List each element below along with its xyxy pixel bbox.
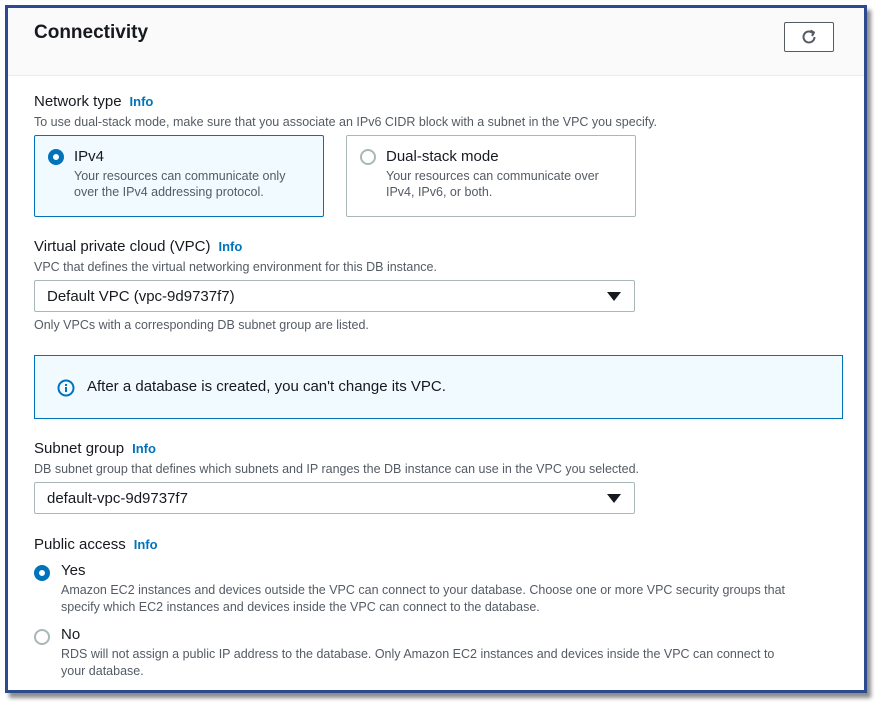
- info-circle-icon: [57, 379, 75, 397]
- vpc-info-alert: After a database is created, you can't c…: [34, 355, 843, 419]
- no-desc-line1: RDS will not assign a public IP address …: [61, 647, 775, 661]
- public-access-no-description: RDS will not assign a public IP address …: [61, 646, 851, 680]
- public-access-label-text: Public access: [34, 536, 126, 553]
- panel-header: Connectivity: [8, 8, 864, 76]
- dual-stack-desc-line1: Your resources can communicate over: [386, 169, 599, 183]
- public-access-yes-title[interactable]: Yes: [61, 562, 85, 579]
- subnet-group-label-text: Subnet group: [34, 440, 125, 457]
- network-type-description: To use dual-stack mode, make sure that y…: [34, 115, 657, 129]
- public-access-yes-description: Amazon EC2 instances and devices outside…: [61, 582, 851, 616]
- vpc-label-text: Virtual private cloud (VPC): [34, 238, 211, 255]
- network-type-label-text: Network type: [34, 93, 122, 110]
- ipv4-description: Your resources can communicate only over…: [74, 168, 285, 200]
- alert-text: After a database is created, you can't c…: [87, 378, 446, 395]
- ipv4-title: IPv4: [74, 148, 105, 165]
- ipv4-desc-line1: Your resources can communicate only: [74, 169, 286, 183]
- refresh-icon: [802, 29, 816, 44]
- public-access-no-radio[interactable]: [34, 629, 50, 645]
- subnet-group-info-link[interactable]: Info: [132, 441, 156, 456]
- subnet-group-label: Subnet group Info: [34, 440, 156, 457]
- dual-stack-title: Dual-stack mode: [386, 148, 499, 165]
- caret-down-icon: [607, 292, 621, 301]
- dual-stack-radio[interactable]: [360, 149, 376, 165]
- dual-stack-desc-line2: IPv4, IPv6, or both.: [386, 185, 493, 199]
- subnet-group-select[interactable]: default-vpc-9d9737f7: [34, 482, 635, 514]
- public-access-no-title[interactable]: No: [61, 626, 80, 643]
- yes-desc-line1: Amazon EC2 instances and devices outside…: [61, 583, 786, 597]
- ipv4-radio[interactable]: [48, 149, 64, 165]
- public-access-info-link[interactable]: Info: [134, 537, 158, 552]
- network-type-info-link[interactable]: Info: [130, 94, 154, 109]
- yes-desc-line2: specify which EC2 instances and devices …: [61, 600, 540, 614]
- panel-title: Connectivity: [34, 22, 149, 43]
- vpc-description: VPC that defines the virtual networking …: [34, 260, 437, 274]
- connectivity-panel: Connectivity Network type Info To use dua…: [5, 5, 867, 693]
- network-type-option-ipv4[interactable]: IPv4 Your resources can communicate only…: [34, 135, 324, 217]
- subnet-group-description: DB subnet group that defines which subne…: [34, 462, 640, 476]
- subnet-group-select-value: default-vpc-9d9737f7: [47, 490, 188, 507]
- network-type-option-dual-stack[interactable]: Dual-stack mode Your resources can commu…: [346, 135, 636, 217]
- vpc-select[interactable]: Default VPC (vpc-9d9737f7): [34, 280, 635, 312]
- caret-down-icon: [607, 494, 621, 503]
- dual-stack-description: Your resources can communicate over IPv4…: [386, 168, 599, 200]
- vpc-select-value: Default VPC (vpc-9d9737f7): [47, 288, 235, 305]
- refresh-button[interactable]: [784, 22, 834, 52]
- vpc-label: Virtual private cloud (VPC) Info: [34, 238, 242, 255]
- network-type-label: Network type Info: [34, 93, 153, 110]
- public-access-label: Public access Info: [34, 536, 158, 553]
- public-access-yes-radio[interactable]: [34, 565, 50, 581]
- ipv4-desc-line2: over the IPv4 addressing protocol.: [74, 185, 264, 199]
- no-desc-line2: your database.: [61, 664, 144, 678]
- vpc-info-link[interactable]: Info: [218, 239, 242, 254]
- vpc-hint: Only VPCs with a corresponding DB subnet…: [34, 318, 369, 332]
